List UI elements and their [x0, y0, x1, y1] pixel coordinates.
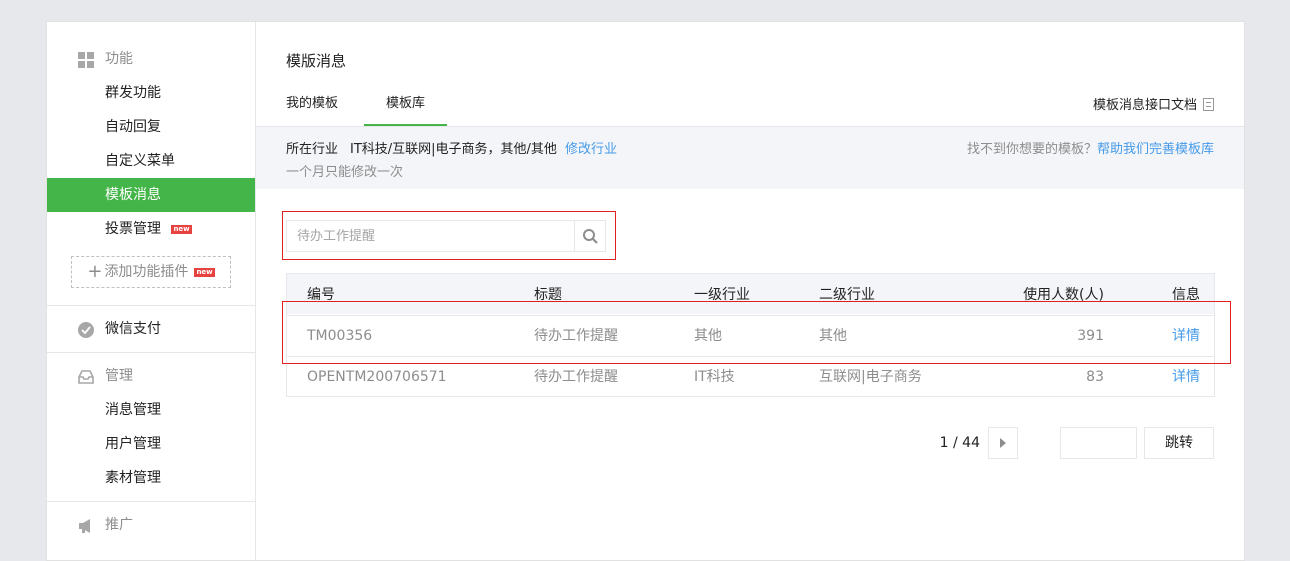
section-header-features: 功能	[47, 42, 256, 76]
sidebar-item-label: 群发功能	[105, 85, 161, 101]
help-question: 找不到你想要的模板？	[966, 142, 1097, 157]
plus-icon: +	[87, 261, 103, 282]
sidebar-item-user-management[interactable]: 用户管理	[47, 427, 255, 461]
table-row: OPENTM200706571 待办工作提醒 IT科技 互联网|电子商务 83 …	[287, 356, 1214, 397]
sidebar-item-message-management[interactable]: 消息管理	[47, 393, 255, 427]
page-info: 1 / 44	[939, 435, 980, 451]
secondary-industry: 其他	[819, 328, 847, 344]
details-link[interactable]: 详情	[1166, 357, 1206, 397]
divider	[47, 352, 255, 353]
secondary-industry: 互联网|电子商务	[819, 369, 922, 385]
sidebar-item-label: 投票管理	[105, 221, 161, 237]
section-header-management: 管理	[47, 359, 256, 393]
section-title: 微信支付	[105, 321, 161, 337]
usage-count: 391	[1077, 328, 1104, 344]
search-icon	[583, 229, 598, 244]
template-title: 待办工作提醒	[534, 328, 618, 344]
wechat-pay-icon	[78, 322, 94, 338]
main-card: 功能 群发功能 自动回复 自定义菜单 模板消息 投票管理 new + 添加功能插件…	[46, 21, 1245, 561]
add-plugin-label: 添加功能插件	[104, 264, 189, 280]
page-title: 模版消息	[286, 52, 347, 70]
tab-label: 模板库	[386, 96, 426, 111]
column-header: 信息	[1172, 287, 1200, 303]
usage-count: 83	[1086, 369, 1104, 385]
sidebar-item-custom-menu[interactable]: 自定义菜单	[47, 144, 255, 178]
section-header-promotion: 推广	[47, 508, 256, 542]
table-row: TM00356 待办工作提醒 其他 其他 391 详情	[287, 315, 1214, 356]
sidebar-item-label: 用户管理	[105, 436, 161, 452]
sidebar-item-label: 消息管理	[105, 402, 161, 418]
sidebar-item-wechat-pay[interactable]: 微信支付	[47, 312, 256, 346]
grid-icon	[78, 52, 94, 68]
add-plugin-button[interactable]: + 添加功能插件 new	[71, 256, 231, 288]
column-header: 使用人数(人)	[1023, 287, 1104, 303]
search-box	[286, 220, 606, 252]
industry-value: IT科技/互联网|电子商务，其他/其他	[350, 142, 557, 157]
pagination: 1 / 44 跳转	[940, 427, 1214, 459]
template-title: 待办工作提醒	[534, 369, 618, 385]
api-doc-label: 模板消息接口文档	[1092, 98, 1197, 113]
industry-line: 所在行业 IT科技/互联网|电子商务，其他/其他 修改行业	[286, 138, 617, 157]
sidebar-item-template-message[interactable]: 模板消息	[47, 178, 255, 212]
column-header: 编号	[307, 287, 335, 303]
next-page-button[interactable]	[988, 427, 1018, 459]
tab-bar: 我的模板 模板库 模板消息接口文档	[286, 92, 1214, 126]
template-id: OPENTM200706571	[307, 369, 447, 385]
sidebar-item-mass-send[interactable]: 群发功能	[47, 76, 255, 110]
column-header: 标题	[534, 287, 562, 303]
tab-my-templates[interactable]: 我的模板	[286, 92, 338, 126]
section-title: 推广	[105, 517, 133, 533]
primary-industry: IT科技	[694, 369, 735, 385]
industry-label: 所在行业	[286, 142, 339, 157]
sidebar-item-label: 自定义菜单	[105, 153, 175, 169]
sidebar-item-material-management[interactable]: 素材管理	[47, 461, 255, 495]
sidebar-item-auto-reply[interactable]: 自动回复	[47, 110, 255, 144]
page-jump-input[interactable]	[1060, 427, 1137, 459]
template-id: TM00356	[307, 328, 373, 344]
sidebar-item-label: 自动回复	[105, 119, 161, 135]
help-text: 找不到你想要的模板？帮助我们完善模板库	[967, 138, 1214, 157]
new-badge: new	[194, 267, 215, 277]
jump-button[interactable]: 跳转	[1144, 427, 1214, 459]
tab-label: 我的模板	[286, 96, 339, 111]
search-input[interactable]	[287, 221, 587, 251]
modify-industry-link[interactable]: 修改行业	[565, 142, 617, 157]
sidebar-item-label: 模板消息	[105, 187, 161, 203]
sidebar-item-label: 素材管理	[105, 470, 161, 486]
column-header: 二级行业	[819, 287, 875, 303]
main-content: 模版消息 我的模板 模板库 模板消息接口文档 所在行业 IT科技/互联网|电子商务…	[256, 22, 1244, 560]
new-badge: new	[171, 224, 192, 234]
divider	[47, 501, 255, 502]
sidebar-item-vote-management[interactable]: 投票管理 new	[47, 212, 255, 246]
divider	[47, 305, 255, 306]
primary-industry: 其他	[694, 328, 722, 344]
tab-template-library[interactable]: 模板库	[364, 92, 448, 126]
section-title: 功能	[105, 51, 133, 67]
industry-note: 一个月只能修改一次	[286, 165, 404, 180]
section-title: 管理	[105, 368, 133, 384]
details-link[interactable]: 详情	[1166, 316, 1206, 356]
industry-bar: 所在行业 IT科技/互联网|电子商务，其他/其他 修改行业 一个月只能修改一次 找不…	[256, 126, 1244, 189]
search-button[interactable]	[574, 221, 605, 251]
sidebar: 功能 群发功能 自动回复 自定义菜单 模板消息 投票管理 new + 添加功能插件…	[47, 22, 256, 560]
column-header: 一级行业	[694, 287, 750, 303]
document-icon	[1203, 98, 1214, 111]
inbox-icon	[78, 370, 94, 384]
help-improve-link[interactable]: 帮助我们完善模板库	[1097, 142, 1214, 157]
table-header: 编号 标题 一级行业 二级行业 使用人数(人) 信息	[287, 274, 1214, 314]
template-table: 编号 标题 一级行业 二级行业 使用人数(人) 信息 TM00356 待办工作提…	[286, 273, 1215, 397]
api-doc-link[interactable]: 模板消息接口文档	[1093, 94, 1214, 113]
megaphone-icon	[79, 519, 90, 533]
